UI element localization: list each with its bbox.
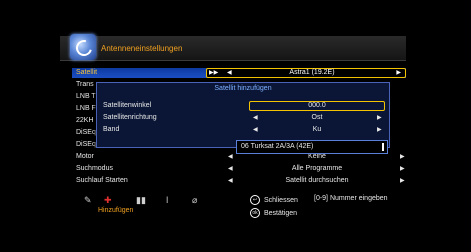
dialog-title: Satellit hinzufügen bbox=[214, 85, 272, 92]
exit-key-icon: ↩ bbox=[250, 195, 260, 205]
dialog-row-label: Band bbox=[103, 126, 120, 133]
arrow-right-icon[interactable]: ▶ bbox=[377, 125, 382, 135]
menu-item-label: Satellit bbox=[76, 69, 98, 76]
satellite-value: Astra1 (19.2E) bbox=[289, 69, 335, 76]
angle-value: 000.0 bbox=[308, 102, 326, 109]
close-hint-text: Schliessen bbox=[264, 196, 298, 204]
ok-key-icon: ok bbox=[250, 208, 260, 218]
band-value: Ku bbox=[312, 126, 322, 133]
arrow-left-icon[interactable]: ◀ bbox=[228, 164, 233, 174]
dialog-row-direction[interactable]: Satellitenrichtung ◀ Ost ▶ bbox=[101, 113, 385, 123]
menu-item-label: LNB T bbox=[76, 93, 96, 100]
arrow-left-icon[interactable]: ◀ bbox=[253, 113, 258, 123]
edit-icon[interactable]: ⌀ bbox=[192, 195, 197, 206]
arrow-left-icon[interactable]: ◀ bbox=[228, 152, 233, 162]
menu-item-value: Alle Programme bbox=[291, 165, 343, 172]
close-hint: ↩ Schliessen bbox=[250, 195, 298, 205]
add-icon[interactable]: ✚ bbox=[104, 195, 112, 206]
menu-item-label: LNB F bbox=[76, 105, 96, 112]
page-title: Antenneneinstellungen bbox=[101, 44, 183, 53]
bottom-toolbar: ✎ ✚ ▮▮ ǀ ⌀ Hinzufügen ↩ Schliessen [0-9] … bbox=[80, 192, 410, 222]
satellite-dish-icon bbox=[70, 34, 96, 60]
pencil-icon[interactable]: ✎ bbox=[84, 195, 92, 206]
arrow-left-icon[interactable]: ◀ bbox=[253, 125, 258, 135]
fast-forward-icon[interactable]: ▶▶ bbox=[209, 68, 218, 78]
menu-item-label: Suchlauf Starten bbox=[76, 177, 128, 184]
menu-item-label: DiSEq bbox=[76, 129, 96, 136]
dropdown-value: 06 Turksat 2A/3A (42E) bbox=[241, 143, 314, 150]
add-label: Hinzufügen bbox=[98, 207, 134, 214]
menu-item-suchlauf[interactable]: Suchlauf Starten ◀ Satellit durchsuchen … bbox=[72, 176, 406, 186]
number-hint: [0-9] Nummer eingeben bbox=[314, 195, 388, 202]
menu-item-label: Motor bbox=[76, 153, 94, 160]
arrow-right-icon[interactable]: ▶ bbox=[396, 68, 401, 78]
arrow-left-icon[interactable]: ◀ bbox=[228, 176, 233, 186]
dialog-row-label: Satellitenwinkel bbox=[103, 102, 152, 109]
menu-item-label: Trans bbox=[76, 81, 94, 88]
confirm-hint-text: Bestätigen bbox=[264, 209, 298, 217]
add-satellite-dialog: Satellit hinzufügen Satellitenwinkel 000… bbox=[96, 82, 390, 148]
arrow-right-icon[interactable]: ▶ bbox=[400, 164, 405, 174]
arrow-right-icon[interactable]: ▶ bbox=[400, 176, 405, 186]
arrow-left-icon[interactable]: ◀ bbox=[227, 68, 232, 78]
confirm-hint: ok Bestätigen bbox=[250, 208, 297, 218]
menu-item-label: Suchmodus bbox=[76, 165, 113, 172]
scrollbar[interactable] bbox=[382, 143, 384, 151]
signal-icon[interactable]: ▮▮ bbox=[136, 195, 146, 206]
satellite-list-dropdown[interactable]: 06 Turksat 2A/3A (42E) bbox=[236, 140, 388, 154]
info-icon[interactable]: ǀ bbox=[166, 195, 168, 205]
arrow-right-icon[interactable]: ▶ bbox=[377, 113, 382, 123]
dialog-row-band[interactable]: Band ◀ Ku ▶ bbox=[101, 125, 385, 135]
dialog-row-label: Satellitenrichtung bbox=[103, 114, 157, 121]
satellite-selector[interactable]: ▶▶ ◀ Astra1 (19.2E) ▶ bbox=[206, 68, 406, 78]
arrow-right-icon[interactable]: ▶ bbox=[400, 152, 405, 162]
direction-value: Ost bbox=[311, 114, 323, 121]
menu-item-suchmodus[interactable]: Suchmodus ◀ Alle Programme ▶ bbox=[72, 164, 406, 174]
dialog-row-angle[interactable]: Satellitenwinkel 000.0 bbox=[101, 101, 385, 111]
menu-item-satellit[interactable]: Satellit ▶▶ ◀ Astra1 (19.2E) ▶ bbox=[72, 68, 406, 78]
menu-item-value: Satellit durchsuchen bbox=[285, 177, 349, 184]
menu-item-label: 22KH bbox=[76, 117, 94, 124]
